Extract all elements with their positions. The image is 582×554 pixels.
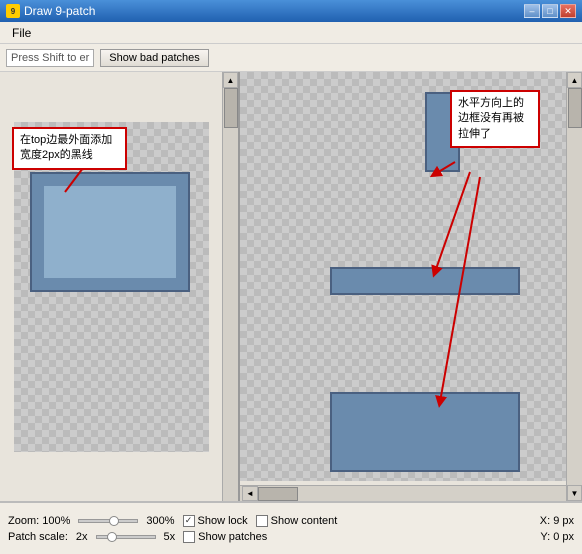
right-scroll-thumb-h[interactable] bbox=[258, 487, 298, 501]
zoom-max-label: 300% bbox=[146, 515, 174, 527]
zoom-slider-thumb[interactable] bbox=[109, 516, 119, 526]
scroll-up-btn[interactable]: ▲ bbox=[223, 72, 238, 88]
x-coord: X: 9 px bbox=[540, 515, 574, 527]
toolbar: Press Shift to er Show bad patches bbox=[0, 44, 582, 72]
wide-horizontal-bar-1 bbox=[330, 267, 520, 295]
zoom-slider[interactable] bbox=[78, 519, 138, 523]
show-content-item: Show content bbox=[256, 515, 338, 527]
y-coord: Y: 0 px bbox=[540, 531, 574, 543]
right-panel: 水平方向上的边框没有再被拉伸了 ▲ ▼ ◄ bbox=[240, 72, 582, 501]
menu-bar: File bbox=[0, 22, 582, 44]
hint-text: Press Shift to er bbox=[6, 49, 94, 67]
patch-scale-value: 2x bbox=[76, 531, 88, 543]
status-row-2: Patch scale: 2x 5x Show patches Y: 0 px bbox=[8, 531, 574, 543]
right-scrollbar-h[interactable]: ◄ bbox=[240, 485, 566, 501]
close-button[interactable]: ✕ bbox=[560, 4, 576, 18]
show-bad-patches-button[interactable]: Show bad patches bbox=[100, 49, 209, 67]
show-lock-label: Show lock bbox=[198, 515, 248, 527]
left-panel: 在top边最外面添加宽度2px的黑线 ▲ bbox=[0, 72, 240, 501]
show-content-checkbox[interactable] bbox=[256, 515, 268, 527]
status-row-1: Zoom: 100% 300% Show lock Show content X… bbox=[8, 515, 574, 527]
large-bottom-rect bbox=[330, 392, 520, 472]
right-scroll-thumb-v[interactable] bbox=[568, 88, 582, 128]
y-coord-wrapper: Y: 0 px bbox=[540, 531, 574, 543]
callout-left: 在top边最外面添加宽度2px的黑线 bbox=[12, 127, 127, 170]
title-buttons: – □ ✕ bbox=[524, 4, 576, 18]
status-bar: Zoom: 100% 300% Show lock Show content X… bbox=[0, 502, 582, 554]
right-scroll-down-btn[interactable]: ▼ bbox=[567, 485, 582, 501]
xy-coords: X: 9 px bbox=[540, 515, 574, 527]
patch-image-left bbox=[30, 172, 190, 292]
zoom-label: Zoom: 100% bbox=[8, 515, 70, 527]
patch-image-inner bbox=[44, 186, 176, 278]
show-lock-checkbox[interactable] bbox=[183, 515, 195, 527]
main-area: 在top边最外面添加宽度2px的黑线 ▲ 水平 bbox=[0, 72, 582, 502]
show-patches-checkbox[interactable] bbox=[183, 531, 195, 543]
app-icon: 9 bbox=[6, 4, 20, 18]
callout-right: 水平方向上的边框没有再被拉伸了 bbox=[450, 90, 540, 148]
file-menu[interactable]: File bbox=[4, 24, 39, 42]
show-lock-item: Show lock bbox=[183, 515, 248, 527]
maximize-button[interactable]: □ bbox=[542, 4, 558, 18]
title-bar: 9 Draw 9-patch – □ ✕ bbox=[0, 0, 582, 22]
right-scroll-up-btn[interactable]: ▲ bbox=[567, 72, 582, 88]
show-content-label: Show content bbox=[271, 515, 338, 527]
patch-scale-slider[interactable] bbox=[96, 535, 156, 539]
title-bar-left: 9 Draw 9-patch bbox=[6, 4, 95, 18]
show-patches-item: Show patches bbox=[183, 531, 267, 543]
patch-scale-max: 5x bbox=[164, 531, 176, 543]
show-patches-label: Show patches bbox=[198, 531, 267, 543]
patch-scale-label: Patch scale: bbox=[8, 531, 68, 543]
left-scrollbar-v[interactable]: ▲ bbox=[222, 72, 238, 501]
scroll-thumb-v[interactable] bbox=[224, 88, 238, 128]
window-title: Draw 9-patch bbox=[24, 4, 95, 18]
right-scroll-left-btn[interactable]: ◄ bbox=[242, 486, 258, 501]
right-scrollbar-v[interactable]: ▲ ▼ bbox=[566, 72, 582, 501]
minimize-button[interactable]: – bbox=[524, 4, 540, 18]
patch-scale-thumb[interactable] bbox=[107, 532, 117, 542]
